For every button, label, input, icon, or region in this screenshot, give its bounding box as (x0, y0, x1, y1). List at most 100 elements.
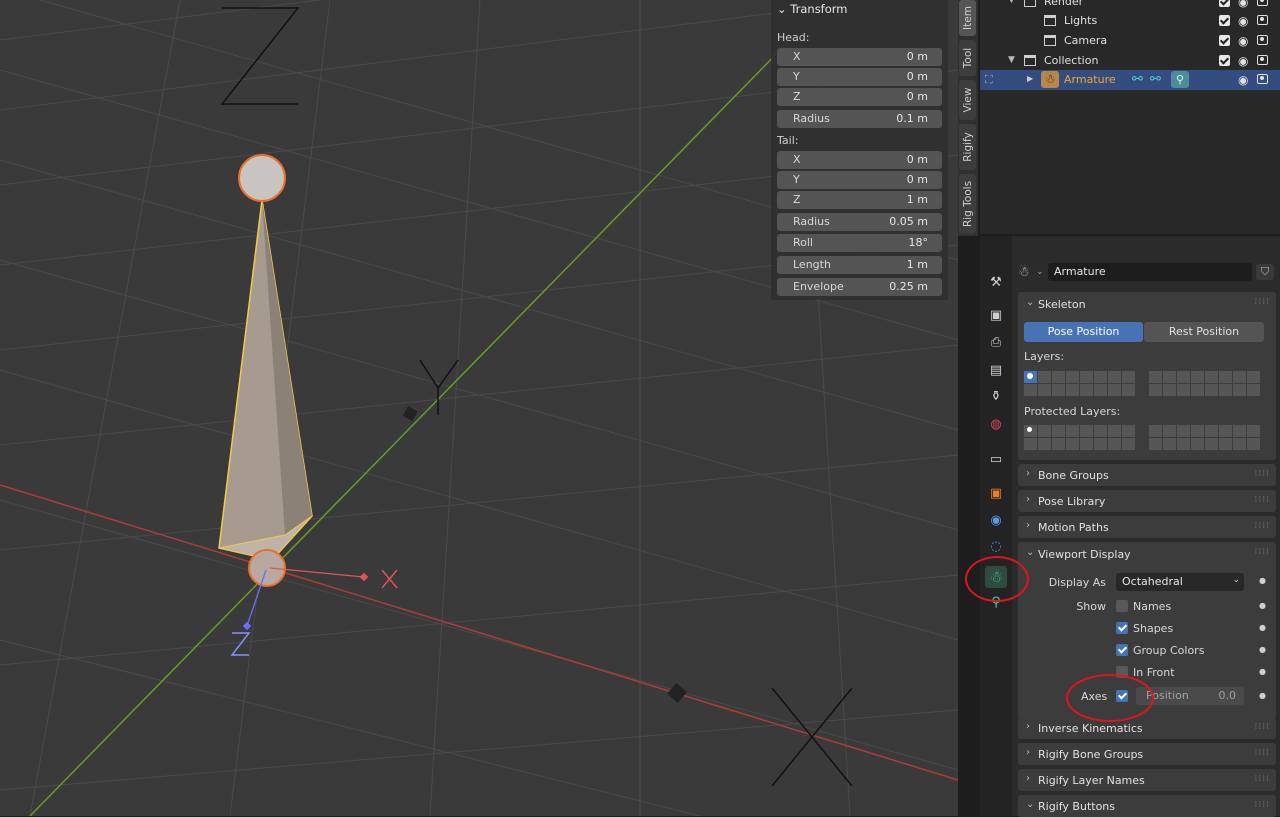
transform-header[interactable]: ⌄ Transform (777, 2, 848, 16)
eye-icon[interactable]: ◉ (1238, 73, 1248, 87)
grip-icon[interactable]: ⁞⁞⁞⁞ (1255, 722, 1270, 732)
scene-icon[interactable]: ⚱ (988, 388, 1004, 404)
inverse-kinematics-panel[interactable]: › Inverse Kinematics ⁞⁞⁞⁞ (1018, 717, 1276, 739)
render-icon[interactable]: ▣ (988, 307, 1004, 323)
rigify-bone-groups-panel[interactable]: › Rigify Bone Groups ⁞⁞⁞⁞ (1018, 743, 1276, 765)
tail-z-field[interactable]: Z1 m (777, 191, 942, 209)
camera-render-icon[interactable] (1257, 55, 1268, 65)
camera-render-icon[interactable] (1257, 0, 1268, 6)
layers-grid-right[interactable] (1149, 371, 1260, 396)
group-colors-checkbox[interactable] (1116, 644, 1128, 656)
camera-render-icon[interactable] (1257, 74, 1268, 84)
expand-icon[interactable]: ▼ (1008, 55, 1015, 65)
exclude-checkbox[interactable] (1219, 15, 1230, 26)
outliner-row-camera[interactable]: Camera ◉ (980, 31, 1280, 51)
shield-icon[interactable]: ⛉ (1256, 264, 1274, 280)
bone-groups-panel[interactable]: › Bone Groups ⁞⁞⁞⁞ (1018, 464, 1276, 486)
annotation-circle-axes (1066, 674, 1154, 722)
grip-icon[interactable]: ⁞⁞⁞⁞ (1255, 774, 1270, 784)
tab-view[interactable]: View (959, 80, 976, 120)
chevron-down-icon[interactable]: ⌄ (1036, 267, 1044, 277)
animate-dot[interactable]: ● (1259, 601, 1266, 610)
outliner-row-lights[interactable]: Lights ◉ (980, 11, 1280, 31)
pose-position-button[interactable]: Pose Position (1024, 322, 1143, 342)
grip-icon[interactable]: ⁞⁞⁞⁞ (1255, 800, 1270, 810)
animate-dot[interactable]: ● (1259, 576, 1266, 585)
grip-icon[interactable]: ⁞⁞⁞⁞ (1255, 547, 1270, 557)
data-name-field[interactable]: Armature (1048, 263, 1252, 281)
3d-viewport[interactable]: ⌄ Transform Head: X0 m Y0 m Z0 m Radius 0… (0, 0, 958, 816)
sidebar-transform-panel: ⌄ Transform Head: X0 m Y0 m Z0 m Radius 0… (771, 0, 948, 300)
layers-grid-left[interactable] (1024, 371, 1135, 396)
eye-icon[interactable]: ◉ (1238, 14, 1248, 28)
envelope-field[interactable]: Envelope 0.25 m (777, 278, 942, 296)
protected-layers-grid-right[interactable] (1149, 425, 1260, 450)
object-icon[interactable]: ▣ (988, 485, 1004, 501)
eye-icon[interactable]: ◉ (1238, 34, 1248, 48)
expand-icon[interactable]: ▼ (1008, 0, 1015, 5)
collection-icon[interactable]: ▭ (988, 451, 1004, 467)
shapes-checkbox[interactable] (1116, 622, 1128, 634)
grip-icon[interactable]: ⁞⁞⁞⁞ (1255, 521, 1270, 531)
outliner-row-collection[interactable]: ▼ Collection ◉ (980, 51, 1280, 71)
protected-layers-grid-left[interactable] (1024, 425, 1135, 450)
head-y-field[interactable]: Y0 m (777, 68, 942, 86)
grip-icon[interactable]: ⁞⁞⁞⁞ (1255, 495, 1270, 505)
animate-dot[interactable]: ● (1259, 667, 1266, 676)
tool-icon[interactable]: ⚒ (988, 274, 1004, 290)
tail-radius-field[interactable]: Radius 0.05 m (777, 213, 942, 231)
tab-rig-tools[interactable]: Rig Tools (959, 174, 976, 234)
bone-head-sphere (248, 549, 286, 587)
rest-position-button[interactable]: Rest Position (1144, 322, 1264, 342)
pose-icon: ⚯ (1150, 72, 1161, 87)
chevron-down-icon[interactable]: ⌄ (1026, 297, 1034, 308)
expand-icon[interactable]: ▶ (1027, 74, 1033, 83)
names-label: Names (1133, 600, 1172, 613)
camera-render-icon[interactable] (1257, 15, 1268, 25)
eye-icon[interactable]: ◉ (1238, 54, 1248, 68)
output-icon[interactable]: ⎙ (988, 334, 1004, 350)
viewport-display-title[interactable]: Viewport Display (1038, 548, 1131, 561)
bone-octahedral[interactable] (218, 154, 313, 587)
animate-dot[interactable]: ● (1259, 691, 1266, 700)
tab-rigify[interactable]: Rigify (959, 124, 976, 170)
empty-marker (667, 683, 687, 703)
animate-dot[interactable]: ● (1259, 645, 1266, 654)
roll-field[interactable]: Roll 18° (777, 234, 942, 252)
tab-tool[interactable]: Tool (959, 40, 976, 76)
outliner-row-armature[interactable]: ⛶ ▶ ☃ Armature ⚯ ⚯ ⚲ ◉ (980, 70, 1280, 90)
chevron-right-icon: › (1026, 494, 1030, 505)
skeleton-title[interactable]: Skeleton (1038, 298, 1086, 311)
local-z-letter (230, 632, 251, 656)
exclude-checkbox[interactable] (1219, 35, 1230, 46)
armature-data-icon: ⚯ (1132, 72, 1143, 87)
world-icon[interactable]: ◍ (988, 416, 1004, 432)
grip-icon[interactable]: ⁞⁞⁞⁞ (1255, 469, 1270, 479)
chevron-down-icon[interactable]: ⌄ (1026, 547, 1034, 558)
hierarchy-icon: ⛶ (985, 73, 993, 86)
rigify-layer-names-panel[interactable]: › Rigify Layer Names ⁞⁞⁞⁞ (1018, 769, 1276, 791)
length-field[interactable]: Length 1 m (777, 256, 942, 274)
head-x-field[interactable]: X0 m (777, 48, 942, 66)
grip-icon[interactable]: ⁞⁞⁞⁞ (1255, 748, 1270, 758)
constraints-icon[interactable]: ◉ (988, 512, 1004, 528)
names-checkbox[interactable] (1116, 600, 1128, 612)
grip-icon[interactable]: ⁞⁞⁞⁞ (1255, 297, 1270, 307)
motion-paths-panel[interactable]: › Motion Paths ⁞⁞⁞⁞ (1018, 516, 1276, 538)
physics-icon[interactable]: ◌ (988, 538, 1004, 554)
head-z-field[interactable]: Z0 m (777, 88, 942, 106)
camera-render-icon[interactable] (1257, 35, 1268, 45)
tail-y-field[interactable]: Y0 m (777, 171, 942, 189)
exclude-checkbox[interactable] (1219, 55, 1230, 66)
animate-dot[interactable]: ● (1259, 623, 1266, 632)
exclude-checkbox[interactable] (1219, 0, 1230, 7)
head-radius-field[interactable]: Radius 0.1 m (777, 110, 942, 128)
tab-item[interactable]: Item (959, 0, 976, 36)
view-layer-icon[interactable]: ▤ (988, 362, 1004, 378)
pose-library-panel[interactable]: › Pose Library ⁞⁞⁞⁞ (1018, 490, 1276, 512)
eye-icon[interactable]: ◉ (1238, 0, 1248, 9)
rigify-buttons-panel[interactable]: ⌄ Rigify Buttons ⁞⁞⁞⁞ (1018, 795, 1276, 817)
collection-icon (1044, 35, 1056, 46)
display-as-dropdown[interactable]: Octahedral ⌄ (1116, 573, 1244, 591)
tail-x-field[interactable]: X0 m (777, 151, 942, 169)
